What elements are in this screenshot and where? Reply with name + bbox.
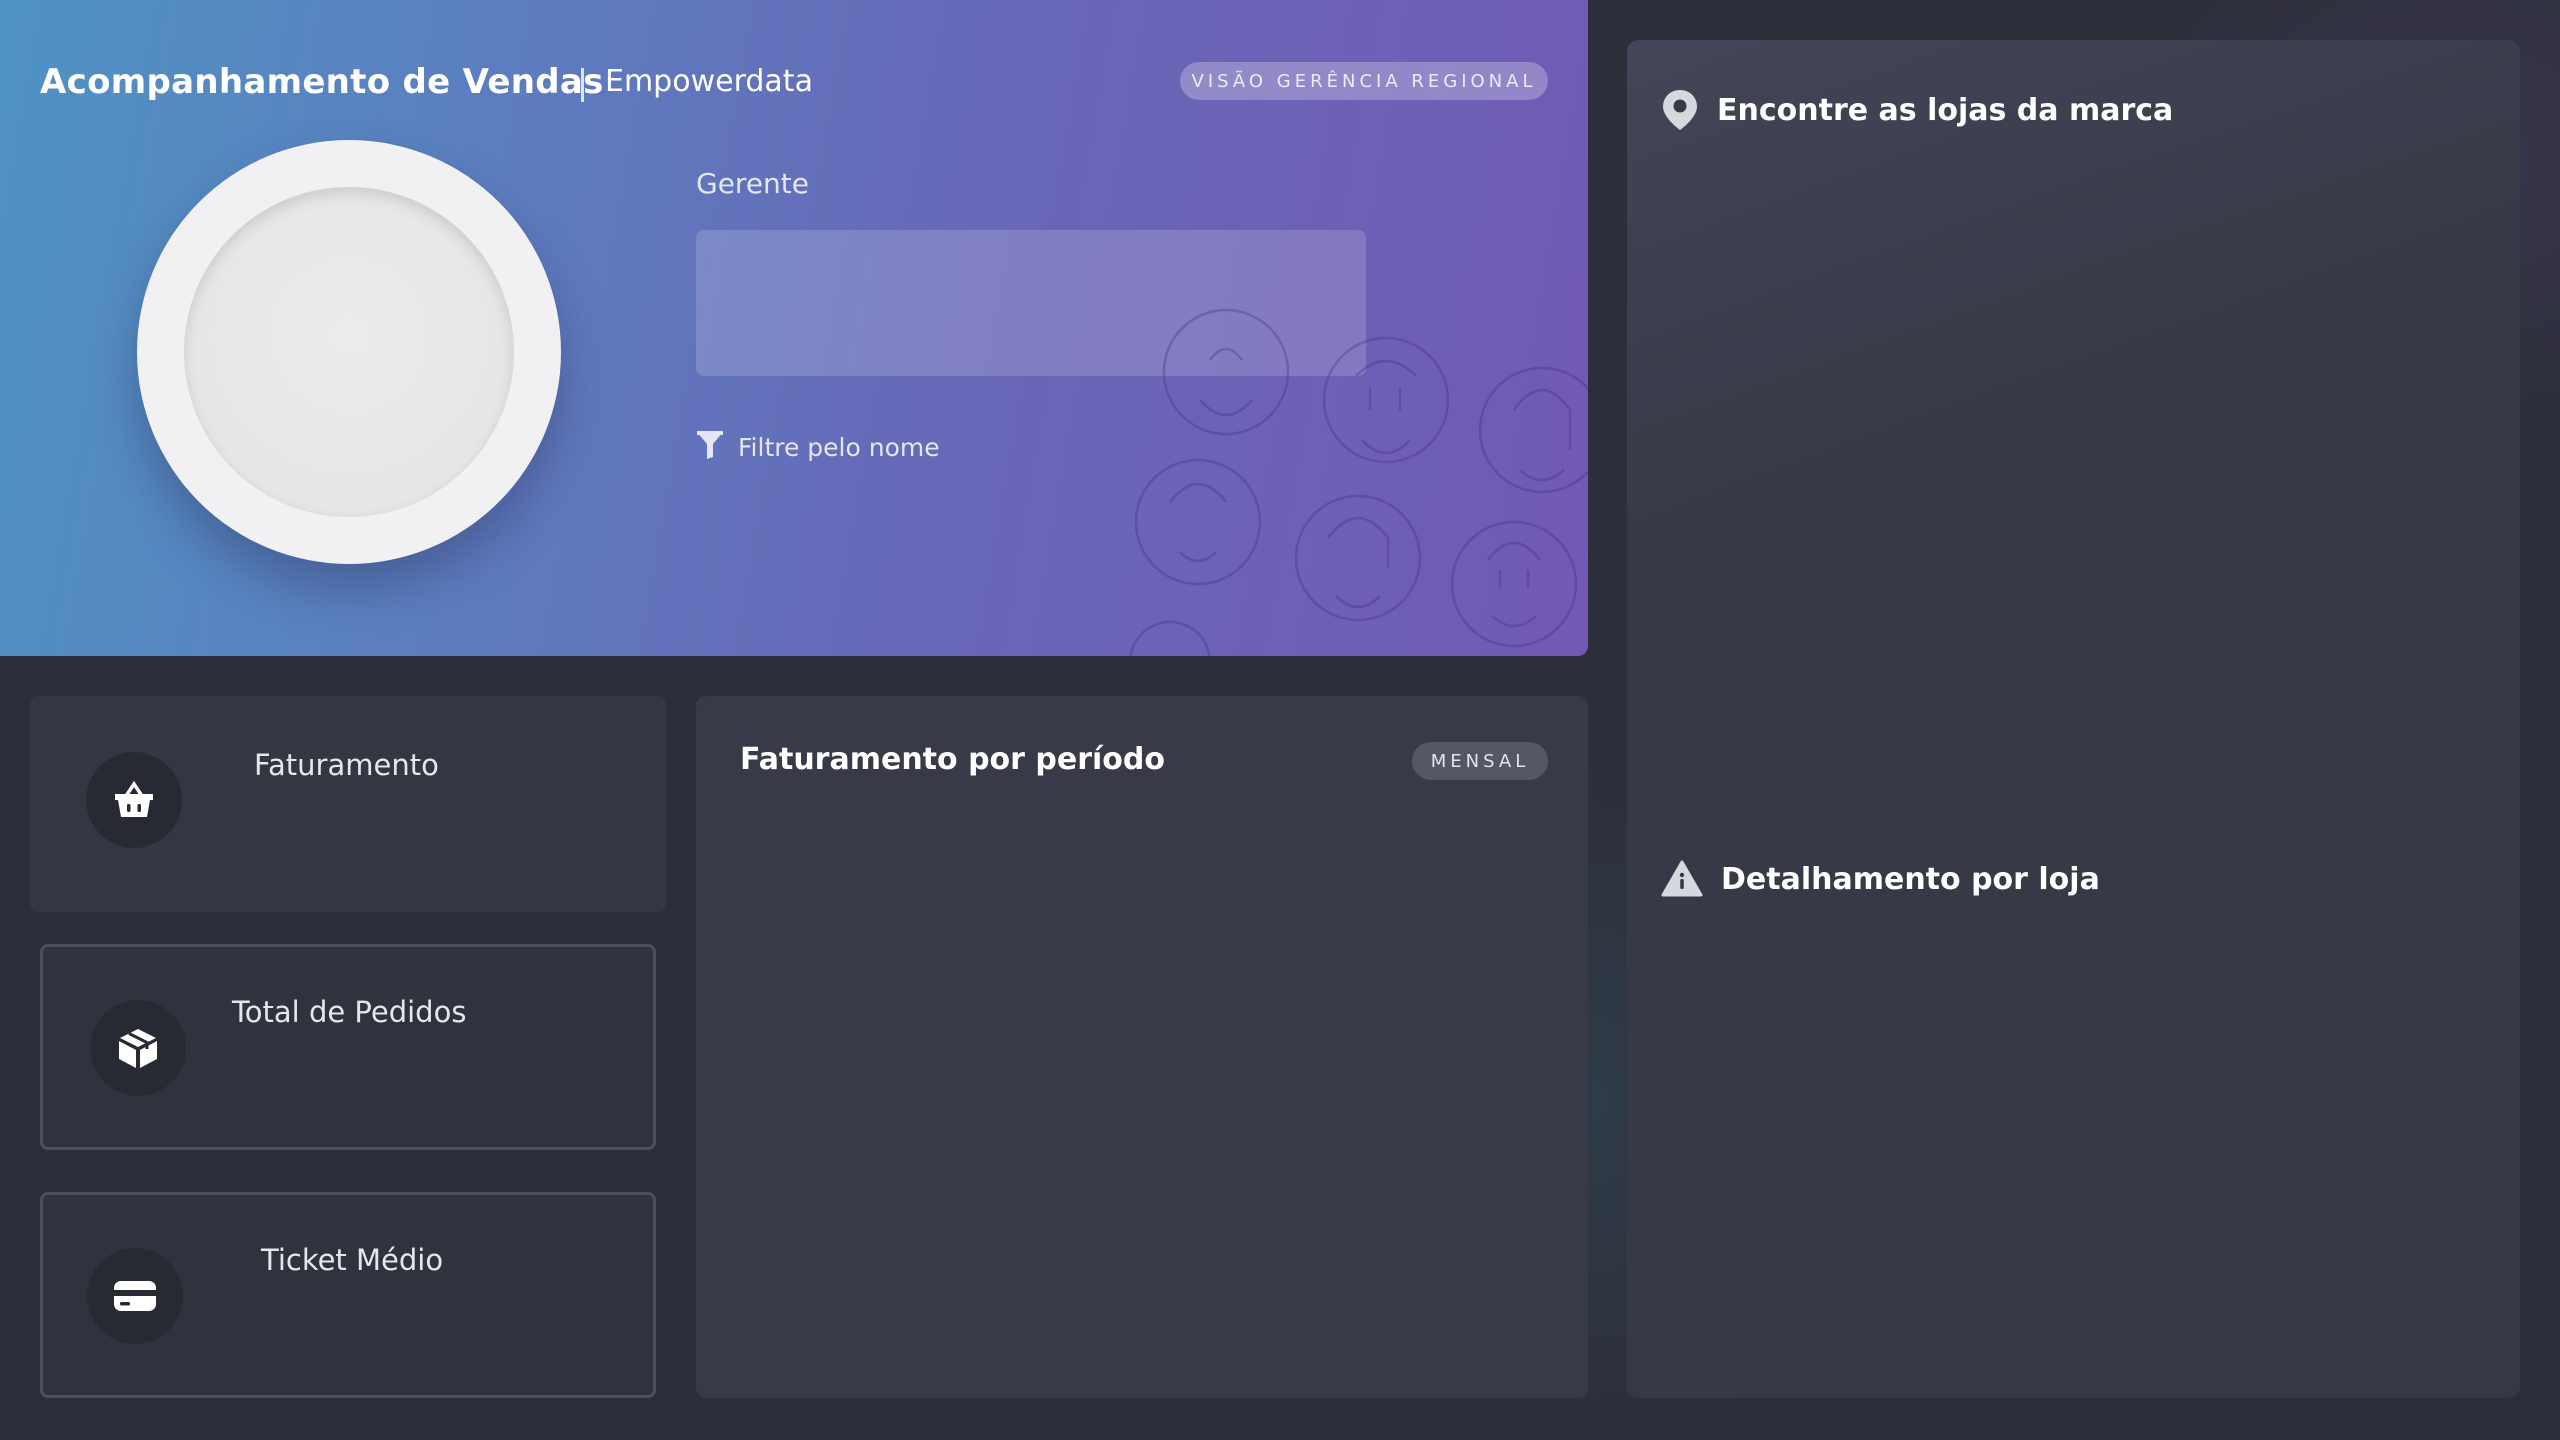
kpi-card-ticket-medio[interactable]: Ticket Médio: [40, 1192, 656, 1398]
manager-label: Gerente: [696, 167, 809, 200]
filter-hint[interactable]: Filtre pelo nome: [696, 430, 940, 464]
view-badge: VISÃO GERÊNCIA REGIONAL: [1180, 62, 1548, 100]
title-divider: [581, 68, 584, 102]
warning-icon: [1661, 860, 1703, 898]
manager-avatar: [137, 140, 561, 564]
period-badge[interactable]: MENSAL: [1412, 742, 1548, 780]
filter-text: Filtre pelo nome: [738, 432, 940, 462]
basket-icon: [86, 752, 182, 848]
decorative-faces-illustration: [1129, 308, 1588, 656]
kpi-label: Faturamento: [254, 748, 439, 782]
header-banner: Acompanhamento de Vendas Empowerdata VIS…: [0, 0, 1588, 656]
box-icon: [90, 1000, 186, 1096]
stores-title: Encontre as lojas da marca: [1717, 92, 2174, 128]
kpi-card-faturamento[interactable]: Faturamento: [30, 696, 666, 912]
panel-title: Faturamento por período: [740, 742, 1165, 777]
map-pin-icon: [1661, 88, 1699, 132]
kpi-card-total-pedidos[interactable]: Total de Pedidos: [40, 944, 656, 1150]
kpi-label: Ticket Médio: [261, 1243, 444, 1277]
page-title: Acompanhamento de Vendas: [40, 62, 604, 102]
kpi-label: Total de Pedidos: [232, 995, 467, 1029]
brand-name: Empowerdata: [605, 64, 813, 99]
dashboard: Acompanhamento de Vendas Empowerdata VIS…: [0, 0, 2560, 1440]
avatar-photo-placeholder: [184, 187, 514, 517]
revenue-by-period-panel: Faturamento por período MENSAL: [696, 696, 1588, 1398]
stores-section-header: Encontre as lojas da marca: [1661, 88, 2173, 132]
filter-icon: [696, 430, 724, 464]
detail-title: Detalhamento por loja: [1721, 861, 2100, 897]
stores-panel: Encontre as lojas da marca Detalhamento …: [1627, 40, 2520, 1398]
credit-card-icon: [87, 1248, 183, 1344]
detail-section-header: Detalhamento por loja: [1661, 860, 2100, 898]
